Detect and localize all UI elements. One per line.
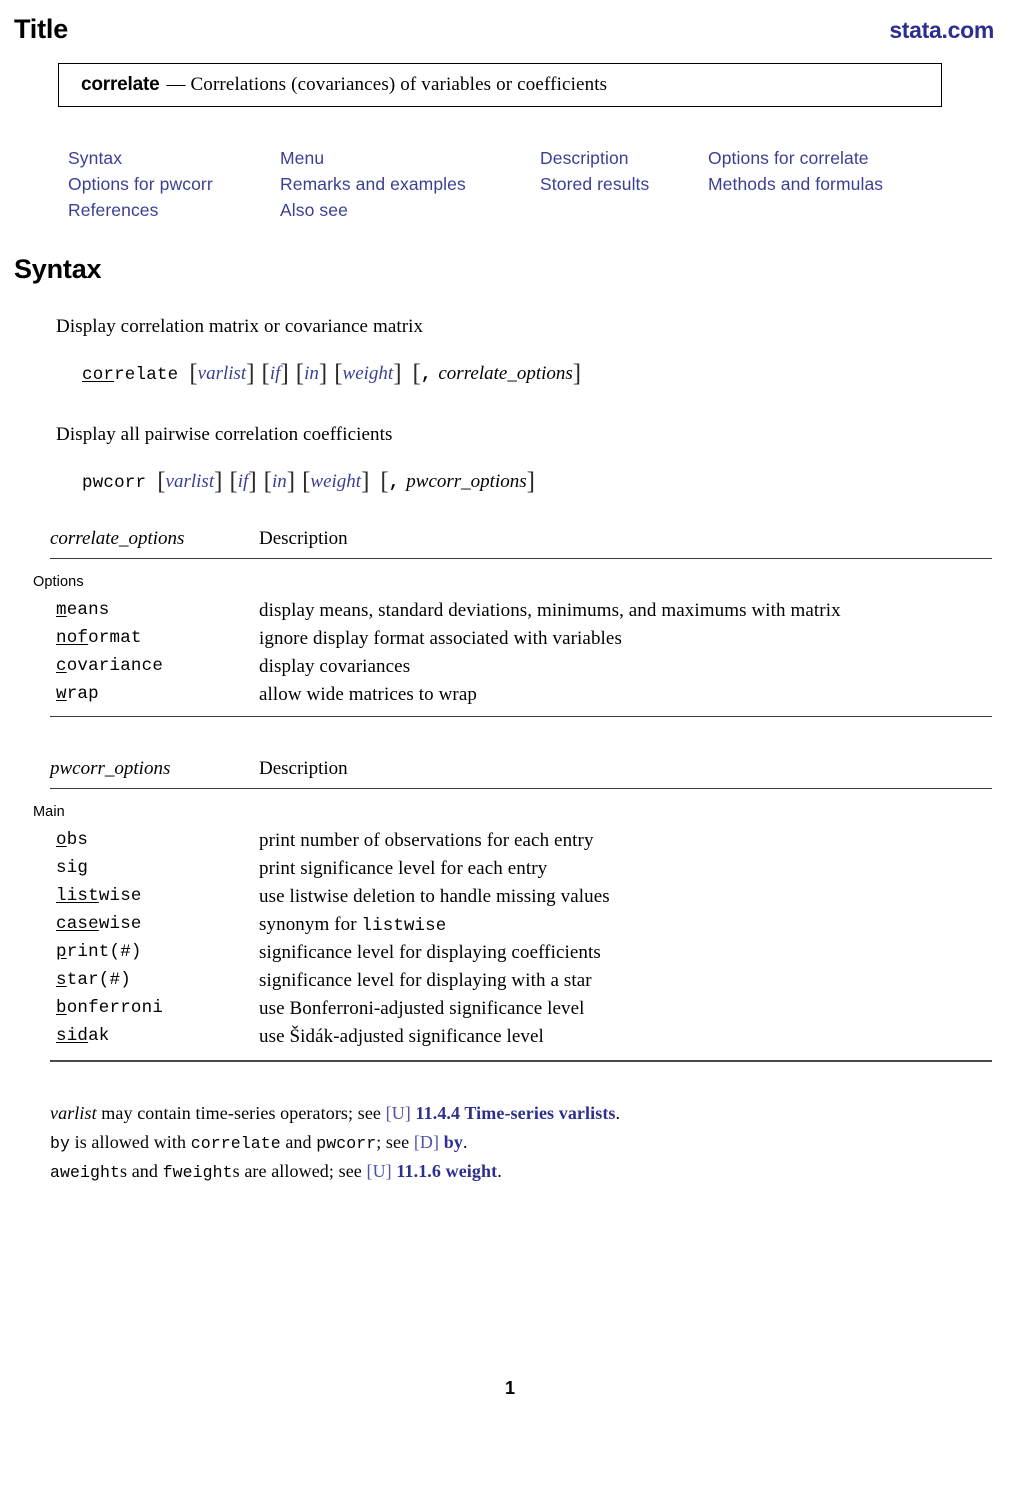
footnote-reference-link[interactable]: by	[444, 1132, 463, 1152]
option-name-sidak: sidak	[56, 1026, 110, 1046]
option-desc-print: significance level for displaying coeffi…	[259, 942, 601, 963]
syntax-arg-varlist: varlist	[197, 363, 247, 384]
option-name-means: means	[56, 600, 110, 620]
footnote-reference-link[interactable]: 11.1.6 weight	[396, 1161, 497, 1181]
pwcorr-rest: pwcorr	[82, 473, 147, 493]
correlate-abbrev: cor	[82, 365, 115, 385]
footnote-reference-link[interactable]: 11.4.4 Time-series varlists	[416, 1103, 616, 1123]
option-desc-sig: print significance level for each entry	[259, 858, 548, 879]
command-title-box: correlate — Correlations (covariances) o…	[58, 63, 942, 107]
syntax-section-heading: Syntax	[14, 254, 102, 284]
option-desc-casewise-ref: listwise	[361, 916, 447, 936]
syntax-arg-weight: weight	[342, 363, 394, 384]
option-desc-casewise: synonym for listwise	[259, 914, 447, 936]
syntax-arg-correlate-options: correlate_options	[438, 363, 573, 384]
section-nav-links: Syntax Menu Description Options for corr…	[68, 148, 968, 221]
table-rule-top	[50, 788, 992, 789]
syntax-arg-if: if	[237, 471, 249, 492]
command-name: correlate	[81, 74, 160, 95]
nav-link-remarks-and-examples[interactable]: Remarks and examples	[280, 174, 540, 195]
option-name-bonferroni: bonferroni	[56, 998, 164, 1018]
syntax-label-pwcorr: Display all pairwise correlation coeffic…	[56, 424, 393, 445]
footnote-weights: aweights and fweights are allowed; see […	[50, 1161, 502, 1182]
table-rule-bottom	[50, 1060, 992, 1062]
footnote-manual-tag[interactable]: [D]	[414, 1132, 439, 1152]
command-description: Correlations (covariances) of variables …	[190, 74, 608, 95]
page-number: 1	[504, 1378, 515, 1398]
nav-link-options-for-correlate[interactable]: Options for correlate	[708, 148, 968, 169]
table-header-description: Description	[259, 528, 348, 549]
correlate-rest: relate	[114, 365, 179, 385]
option-name-wrap: wrap	[56, 684, 99, 704]
syntax-arg-weight: weight	[310, 471, 362, 492]
table-header-pwcorr-options: pwcorr_options	[50, 758, 171, 779]
option-name-casewise: casewise	[56, 914, 142, 934]
syntax-arg-if: if	[269, 363, 281, 384]
page-header: Title stata.com	[14, 14, 994, 45]
page-title: Title	[14, 14, 69, 44]
syntax-line-correlate: correlate [varlist] [if] [in] [weight] [, corr…	[82, 360, 582, 387]
table-header-correlate-options: correlate_options	[50, 528, 185, 549]
syntax-arg-pwcorr-options: pwcorr_options	[406, 471, 527, 492]
title-dash: —	[166, 74, 186, 95]
nav-link-description[interactable]: Description	[540, 148, 708, 169]
nav-link-methods-and-formulas[interactable]: Methods and formulas	[708, 174, 968, 195]
table-rule-top	[50, 558, 992, 559]
nav-link-stored-results[interactable]: Stored results	[540, 174, 708, 195]
option-desc-wrap: allow wide matrices to wrap	[259, 684, 477, 705]
table-rule-bottom	[50, 716, 992, 717]
option-desc-noformat: ignore display format associated with va…	[259, 628, 622, 649]
footnote-by: by is allowed with correlate and pwcorr;…	[50, 1132, 468, 1153]
footnote-manual-tag[interactable]: [U]	[386, 1103, 411, 1123]
option-name-star: star(#)	[56, 970, 131, 990]
option-name-listwise: listwise	[56, 886, 142, 906]
syntax-line-pwcorr: pwcorr [varlist] [if] [in] [weight] [, pwcorr_…	[82, 468, 535, 495]
footnote-manual-tag[interactable]: [U]	[366, 1161, 391, 1181]
option-desc-listwise: use listwise deletion to handle missing …	[259, 886, 610, 907]
footnote-varlist-term: varlist	[50, 1103, 97, 1123]
option-desc-obs: print number of observations for each en…	[259, 830, 594, 851]
nav-link-references[interactable]: References	[68, 200, 280, 221]
option-name-print: print(#)	[56, 942, 142, 962]
option-name-noformat: noformat	[56, 628, 142, 648]
syntax-comma: ,	[388, 473, 400, 493]
option-name-obs: obs	[56, 830, 89, 850]
footnote-varlist: varlist may contain time-series operator…	[50, 1103, 621, 1123]
option-desc-sidak: use Šidák-adjusted significance level	[259, 1026, 544, 1047]
syntax-comma: ,	[420, 365, 432, 385]
table-subhead-options: Options	[33, 574, 84, 590]
stata-com-link[interactable]: stata.com	[889, 17, 994, 44]
option-name-covariance: covariance	[56, 656, 164, 676]
syntax-label-correlate: Display correlation matrix or covariance…	[56, 316, 424, 337]
document-page: Title stata.com correlate — Correlations…	[0, 0, 1020, 1492]
option-name-sig: sig	[56, 858, 89, 878]
option-desc-covariance: display covariances	[259, 656, 411, 677]
table-header-description: Description	[259, 758, 348, 779]
nav-link-menu[interactable]: Menu	[280, 148, 540, 169]
option-desc-means: display means, standard deviations, mini…	[259, 600, 841, 621]
option-desc-bonferroni: use Bonferroni-adjusted significance lev…	[259, 998, 585, 1019]
nav-link-also-see[interactable]: Also see	[280, 200, 540, 221]
syntax-arg-in: in	[271, 471, 287, 492]
nav-link-syntax[interactable]: Syntax	[68, 148, 280, 169]
option-desc-star: significance level for displaying with a…	[259, 970, 592, 991]
nav-link-options-for-pwcorr[interactable]: Options for pwcorr	[68, 174, 280, 195]
table-subhead-main: Main	[33, 804, 65, 820]
syntax-arg-in: in	[304, 363, 319, 384]
syntax-arg-varlist: varlist	[165, 471, 215, 492]
